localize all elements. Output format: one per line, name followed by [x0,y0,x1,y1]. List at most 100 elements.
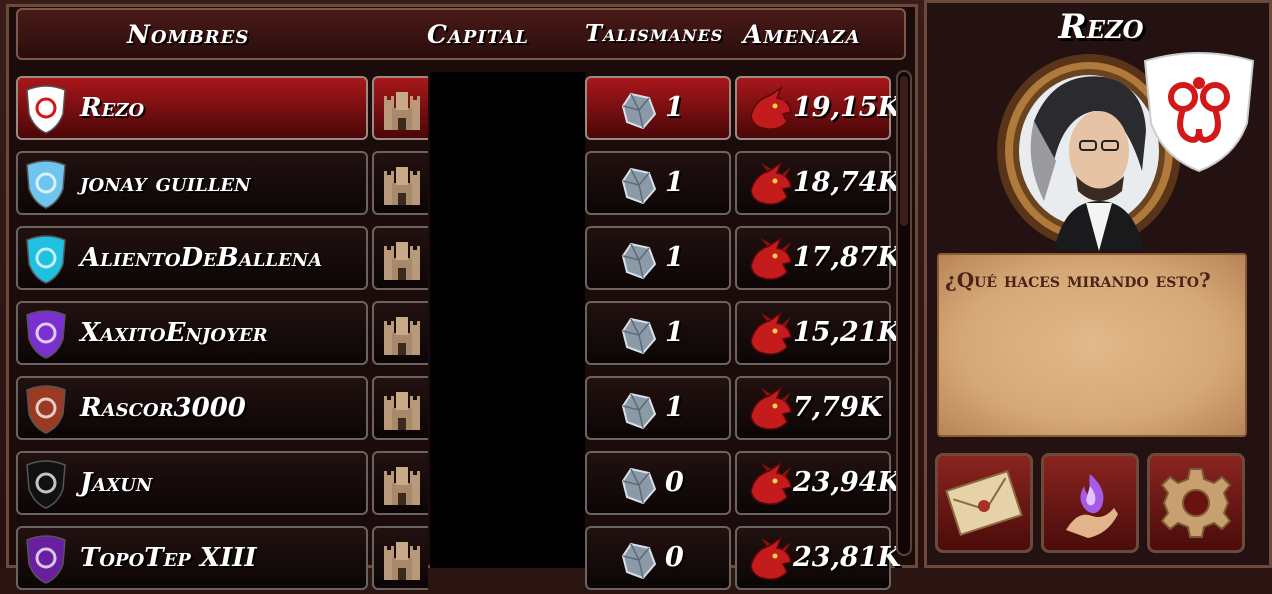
threat-value: 15,21K [793,317,902,348]
purple-horse-emblem-icon [26,460,66,509]
player-name: jonay guillen [80,168,251,198]
talismans-value: 1 [665,317,684,348]
capital-cell[interactable] [372,526,428,590]
talismans-value: 1 [665,167,684,198]
talismans-cell[interactable]: 0 [585,451,731,515]
threat-cell[interactable]: 18,74K [735,151,901,215]
red-serpent-emblem-icon [26,85,66,134]
castle-icon [384,467,420,505]
threat-value: 7,79K [793,392,883,423]
player-name: TopoTep XIII [80,543,257,573]
talisman-gem-icon [621,167,657,205]
capital-cell[interactable] [372,76,428,140]
scrollbar-thumb[interactable] [900,76,908,226]
profile-panel: Rezo ¿Qué haces mirando esto? [924,0,1272,568]
player-name-cell[interactable]: TopoTep XIII [16,526,368,590]
talisman-gem-icon [621,542,657,580]
ship-emblem-icon [26,160,66,209]
mail-button[interactable] [935,453,1033,553]
talisman-gem-icon [621,317,657,355]
talismans-cell[interactable]: 1 [585,226,731,290]
player-name-cell[interactable]: AlientoDeBallena [16,226,368,290]
castle-icon [384,392,420,430]
dragon-head-icon [750,311,792,355]
scrollbar[interactable] [896,70,912,556]
talismans-cell[interactable]: 1 [585,376,731,440]
profile-name: Rezo [1058,7,1144,47]
dragon-head-icon [750,236,792,280]
capital-cell[interactable] [372,151,428,215]
purple-crest-emblem-icon [26,310,66,359]
talismans-cell[interactable]: 1 [585,301,731,365]
talisman-gem-icon [621,242,657,280]
talismans-cell[interactable]: 0 [585,526,731,590]
talismans-value: 0 [665,542,684,573]
talismans-value: 1 [665,392,684,423]
dragon-head-icon [750,461,792,505]
threat-value: 18,74K [793,167,902,198]
threat-cell[interactable]: 7,79K [735,376,891,440]
dragon-head-icon [750,386,792,430]
player-name-cell[interactable]: Rezo [16,76,368,140]
header-threat: Amenaza [743,20,861,49]
dragon-head-icon [750,536,792,580]
letter-icon [945,469,1023,537]
talismans-value: 1 [665,242,684,273]
player-row[interactable]: XaxitoEnjoyer 1 15,21K [16,301,901,369]
threat-value: 23,81K [793,542,902,573]
magic-button[interactable] [1041,453,1139,553]
castle-icon [384,92,420,130]
talismans-cell[interactable]: 1 [585,76,731,140]
player-row[interactable]: TopoTep XIII 0 23,81K [16,526,901,594]
player-row[interactable]: Rezo 1 19,15K [16,76,901,144]
header-names: Nombres [127,20,250,49]
player-name-cell[interactable]: jonay guillen [16,151,368,215]
player-row[interactable]: jonay guillen 1 18,74K [16,151,901,219]
castle-icon [384,317,420,355]
player-name: XaxitoEnjoyer [80,318,268,348]
player-name: Rascor3000 [80,393,246,423]
profile-quote: ¿Qué haces mirando esto? [945,268,1211,292]
header-talismans: Talismanes [585,20,724,47]
player-name: Rezo [80,93,145,123]
threat-value: 23,94K [793,467,902,498]
player-row[interactable]: Rascor3000 1 7,79K [16,376,892,444]
dragon-head-icon [750,86,792,130]
settings-button[interactable] [1147,453,1245,553]
player-name-cell[interactable]: Rascor3000 [16,376,368,440]
castle-icon [384,242,420,280]
castle-icon [384,542,420,580]
threat-cell[interactable]: 15,21K [735,301,901,365]
player-name: AlientoDeBallena [80,243,323,273]
snowflake-emblem-icon [26,235,66,284]
threat-value: 17,87K [793,242,902,273]
capital-cell[interactable] [372,301,428,365]
talismans-value: 1 [665,92,684,123]
bronze-crest-emblem-icon [26,385,66,434]
profile-shield-icon [1143,52,1255,173]
capital-cell[interactable] [372,451,428,515]
capital-cell[interactable] [372,226,428,290]
player-name-cell[interactable]: Jaxun [16,451,368,515]
castle-icon [384,167,420,205]
magic-hand-icon [1066,474,1118,538]
threat-cell[interactable]: 23,94K [735,451,901,515]
player-name: Jaxun [80,468,153,498]
player-row[interactable]: Jaxun 0 23,94K [16,451,901,519]
talisman-gem-icon [621,92,657,130]
threat-cell[interactable]: 23,81K [735,526,901,590]
capital-cell[interactable] [372,376,428,440]
threat-cell[interactable]: 17,87K [735,226,901,290]
gear-icon [1160,468,1232,538]
talisman-gem-icon [621,467,657,505]
threat-value: 19,15K [793,92,902,123]
profile-message-box: ¿Qué haces mirando esto? [937,253,1247,437]
player-row[interactable]: AlientoDeBallena 1 17,87K [16,226,901,294]
dragon-head-icon [750,161,792,205]
threat-cell[interactable]: 19,15K [735,76,901,140]
crown-emblem-icon [26,535,66,584]
talismans-value: 0 [665,467,684,498]
player-name-cell[interactable]: XaxitoEnjoyer [16,301,368,365]
header-capital: Capital [427,20,529,49]
talismans-cell[interactable]: 1 [585,151,731,215]
